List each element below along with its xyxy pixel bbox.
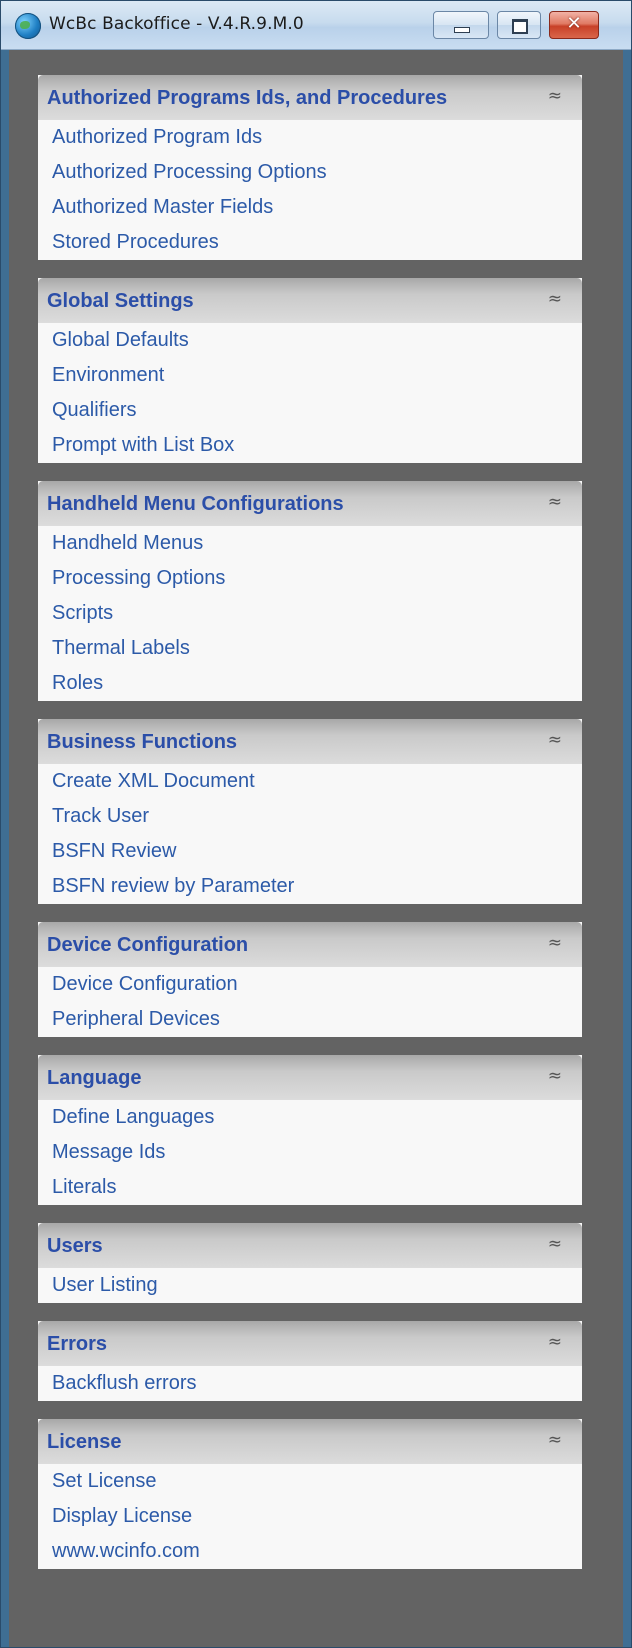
link-define-languages[interactable]: Define Languages <box>38 1100 582 1135</box>
collapse-chevron-icon[interactable]: ≈ <box>548 290 562 308</box>
link-scripts[interactable]: Scripts <box>38 596 582 631</box>
link-set-license[interactable]: Set License <box>38 1464 582 1499</box>
link-environment[interactable]: Environment <box>38 358 582 393</box>
panel-title: Authorized Programs Ids, and Procedures <box>47 87 448 109</box>
panel-title: Language <box>47 1067 142 1089</box>
maximize-icon <box>512 19 528 34</box>
link-track-user[interactable]: Track User <box>38 799 582 834</box>
collapse-chevron-icon[interactable]: ≈ <box>548 1067 562 1085</box>
window-title: WcBc Backoffice - V.4.R.9.M.0 <box>49 14 304 34</box>
panel-authorized-programs: Authorized Programs Ids, and Procedures … <box>38 75 582 260</box>
link-qualifiers[interactable]: Qualifiers <box>38 393 582 428</box>
link-create-xml-document[interactable]: Create XML Document <box>38 764 582 799</box>
panel-header[interactable]: Global Settings ≈ <box>38 278 582 323</box>
link-bsfn-review[interactable]: BSFN Review <box>38 834 582 869</box>
collapse-chevron-icon[interactable]: ≈ <box>548 1333 562 1351</box>
link-stored-procedures[interactable]: Stored Procedures <box>38 225 582 260</box>
panel-header[interactable]: Authorized Programs Ids, and Procedures … <box>38 75 582 120</box>
link-wcinfo-website[interactable]: www.wcinfo.com <box>38 1534 582 1569</box>
panel-users: Users ≈ User Listing <box>38 1223 582 1303</box>
panel-body: Handheld Menus Processing Options Script… <box>38 526 582 701</box>
close-icon: ✕ <box>566 13 582 34</box>
link-thermal-labels[interactable]: Thermal Labels <box>38 631 582 666</box>
link-processing-options[interactable]: Processing Options <box>38 561 582 596</box>
panel-body: Authorized Program Ids Authorized Proces… <box>38 120 582 260</box>
panel-body: Backflush errors <box>38 1366 582 1401</box>
minimize-button[interactable] <box>433 11 489 39</box>
collapse-chevron-icon[interactable]: ≈ <box>548 1431 562 1449</box>
panel-license: License ≈ Set License Display License ww… <box>38 1419 582 1569</box>
panel-title: Global Settings <box>47 290 194 312</box>
panel-title: Business Functions <box>47 731 238 753</box>
link-handheld-menus[interactable]: Handheld Menus <box>38 526 582 561</box>
close-button[interactable]: ✕ <box>549 11 599 39</box>
maximize-button[interactable] <box>497 11 541 39</box>
panel-header[interactable]: Language ≈ <box>38 1055 582 1100</box>
title-bar[interactable]: WcBc Backoffice - V.4.R.9.M.0 ✕ <box>1 1 631 50</box>
link-peripheral-devices[interactable]: Peripheral Devices <box>38 1002 582 1037</box>
panel-header[interactable]: Users ≈ <box>38 1223 582 1268</box>
collapse-chevron-icon[interactable]: ≈ <box>548 87 562 105</box>
panel-body: Create XML Document Track User BSFN Revi… <box>38 764 582 904</box>
link-device-configuration[interactable]: Device Configuration <box>38 967 582 1002</box>
panel-header[interactable]: Device Configuration ≈ <box>38 922 582 967</box>
panel-business-functions: Business Functions ≈ Create XML Document… <box>38 719 582 904</box>
minimize-icon <box>454 27 470 33</box>
panel-body: Global Defaults Environment Qualifiers P… <box>38 323 582 463</box>
panel-device-configuration: Device Configuration ≈ Device Configurat… <box>38 922 582 1037</box>
panel-header[interactable]: Errors ≈ <box>38 1321 582 1366</box>
panel-title: Users <box>47 1235 103 1257</box>
panel-title: Errors <box>47 1333 108 1355</box>
collapse-chevron-icon[interactable]: ≈ <box>548 731 562 749</box>
globe-icon <box>15 13 41 39</box>
panel-language: Language ≈ Define Languages Message Ids … <box>38 1055 582 1205</box>
panel-body: User Listing <box>38 1268 582 1303</box>
app-window: WcBc Backoffice - V.4.R.9.M.0 ✕ Authoriz… <box>0 0 632 1648</box>
panel-header[interactable]: Business Functions ≈ <box>38 719 582 764</box>
panel-body: Define Languages Message Ids Literals <box>38 1100 582 1205</box>
panel-header[interactable]: License ≈ <box>38 1419 582 1464</box>
panel-errors: Errors ≈ Backflush errors <box>38 1321 582 1401</box>
panel-title: Device Configuration <box>47 934 249 956</box>
link-authorized-processing-options[interactable]: Authorized Processing Options <box>38 155 582 190</box>
content-area: Authorized Programs Ids, and Procedures … <box>9 50 623 1647</box>
collapse-chevron-icon[interactable]: ≈ <box>548 934 562 952</box>
collapse-chevron-icon[interactable]: ≈ <box>548 493 562 511</box>
link-authorized-master-fields[interactable]: Authorized Master Fields <box>38 190 582 225</box>
panel-handheld-menu-configurations: Handheld Menu Configurations ≈ Handheld … <box>38 481 582 701</box>
panel-body: Device Configuration Peripheral Devices <box>38 967 582 1037</box>
link-roles[interactable]: Roles <box>38 666 582 701</box>
link-global-defaults[interactable]: Global Defaults <box>38 323 582 358</box>
panel-title: License <box>47 1431 122 1453</box>
link-message-ids[interactable]: Message Ids <box>38 1135 582 1170</box>
panel-body: Set License Display License www.wcinfo.c… <box>38 1464 582 1569</box>
link-backflush-errors[interactable]: Backflush errors <box>38 1366 582 1401</box>
link-literals[interactable]: Literals <box>38 1170 582 1205</box>
collapse-chevron-icon[interactable]: ≈ <box>548 1235 562 1253</box>
link-prompt-with-list-box[interactable]: Prompt with List Box <box>38 428 582 463</box>
link-bsfn-review-by-parameter[interactable]: BSFN review by Parameter <box>38 869 582 904</box>
panel-title: Handheld Menu Configurations <box>47 493 344 515</box>
panel-header[interactable]: Handheld Menu Configurations ≈ <box>38 481 582 526</box>
panel-global-settings: Global Settings ≈ Global Defaults Enviro… <box>38 278 582 463</box>
link-user-listing[interactable]: User Listing <box>38 1268 582 1303</box>
link-display-license[interactable]: Display License <box>38 1499 582 1534</box>
link-authorized-program-ids[interactable]: Authorized Program Ids <box>38 120 582 155</box>
